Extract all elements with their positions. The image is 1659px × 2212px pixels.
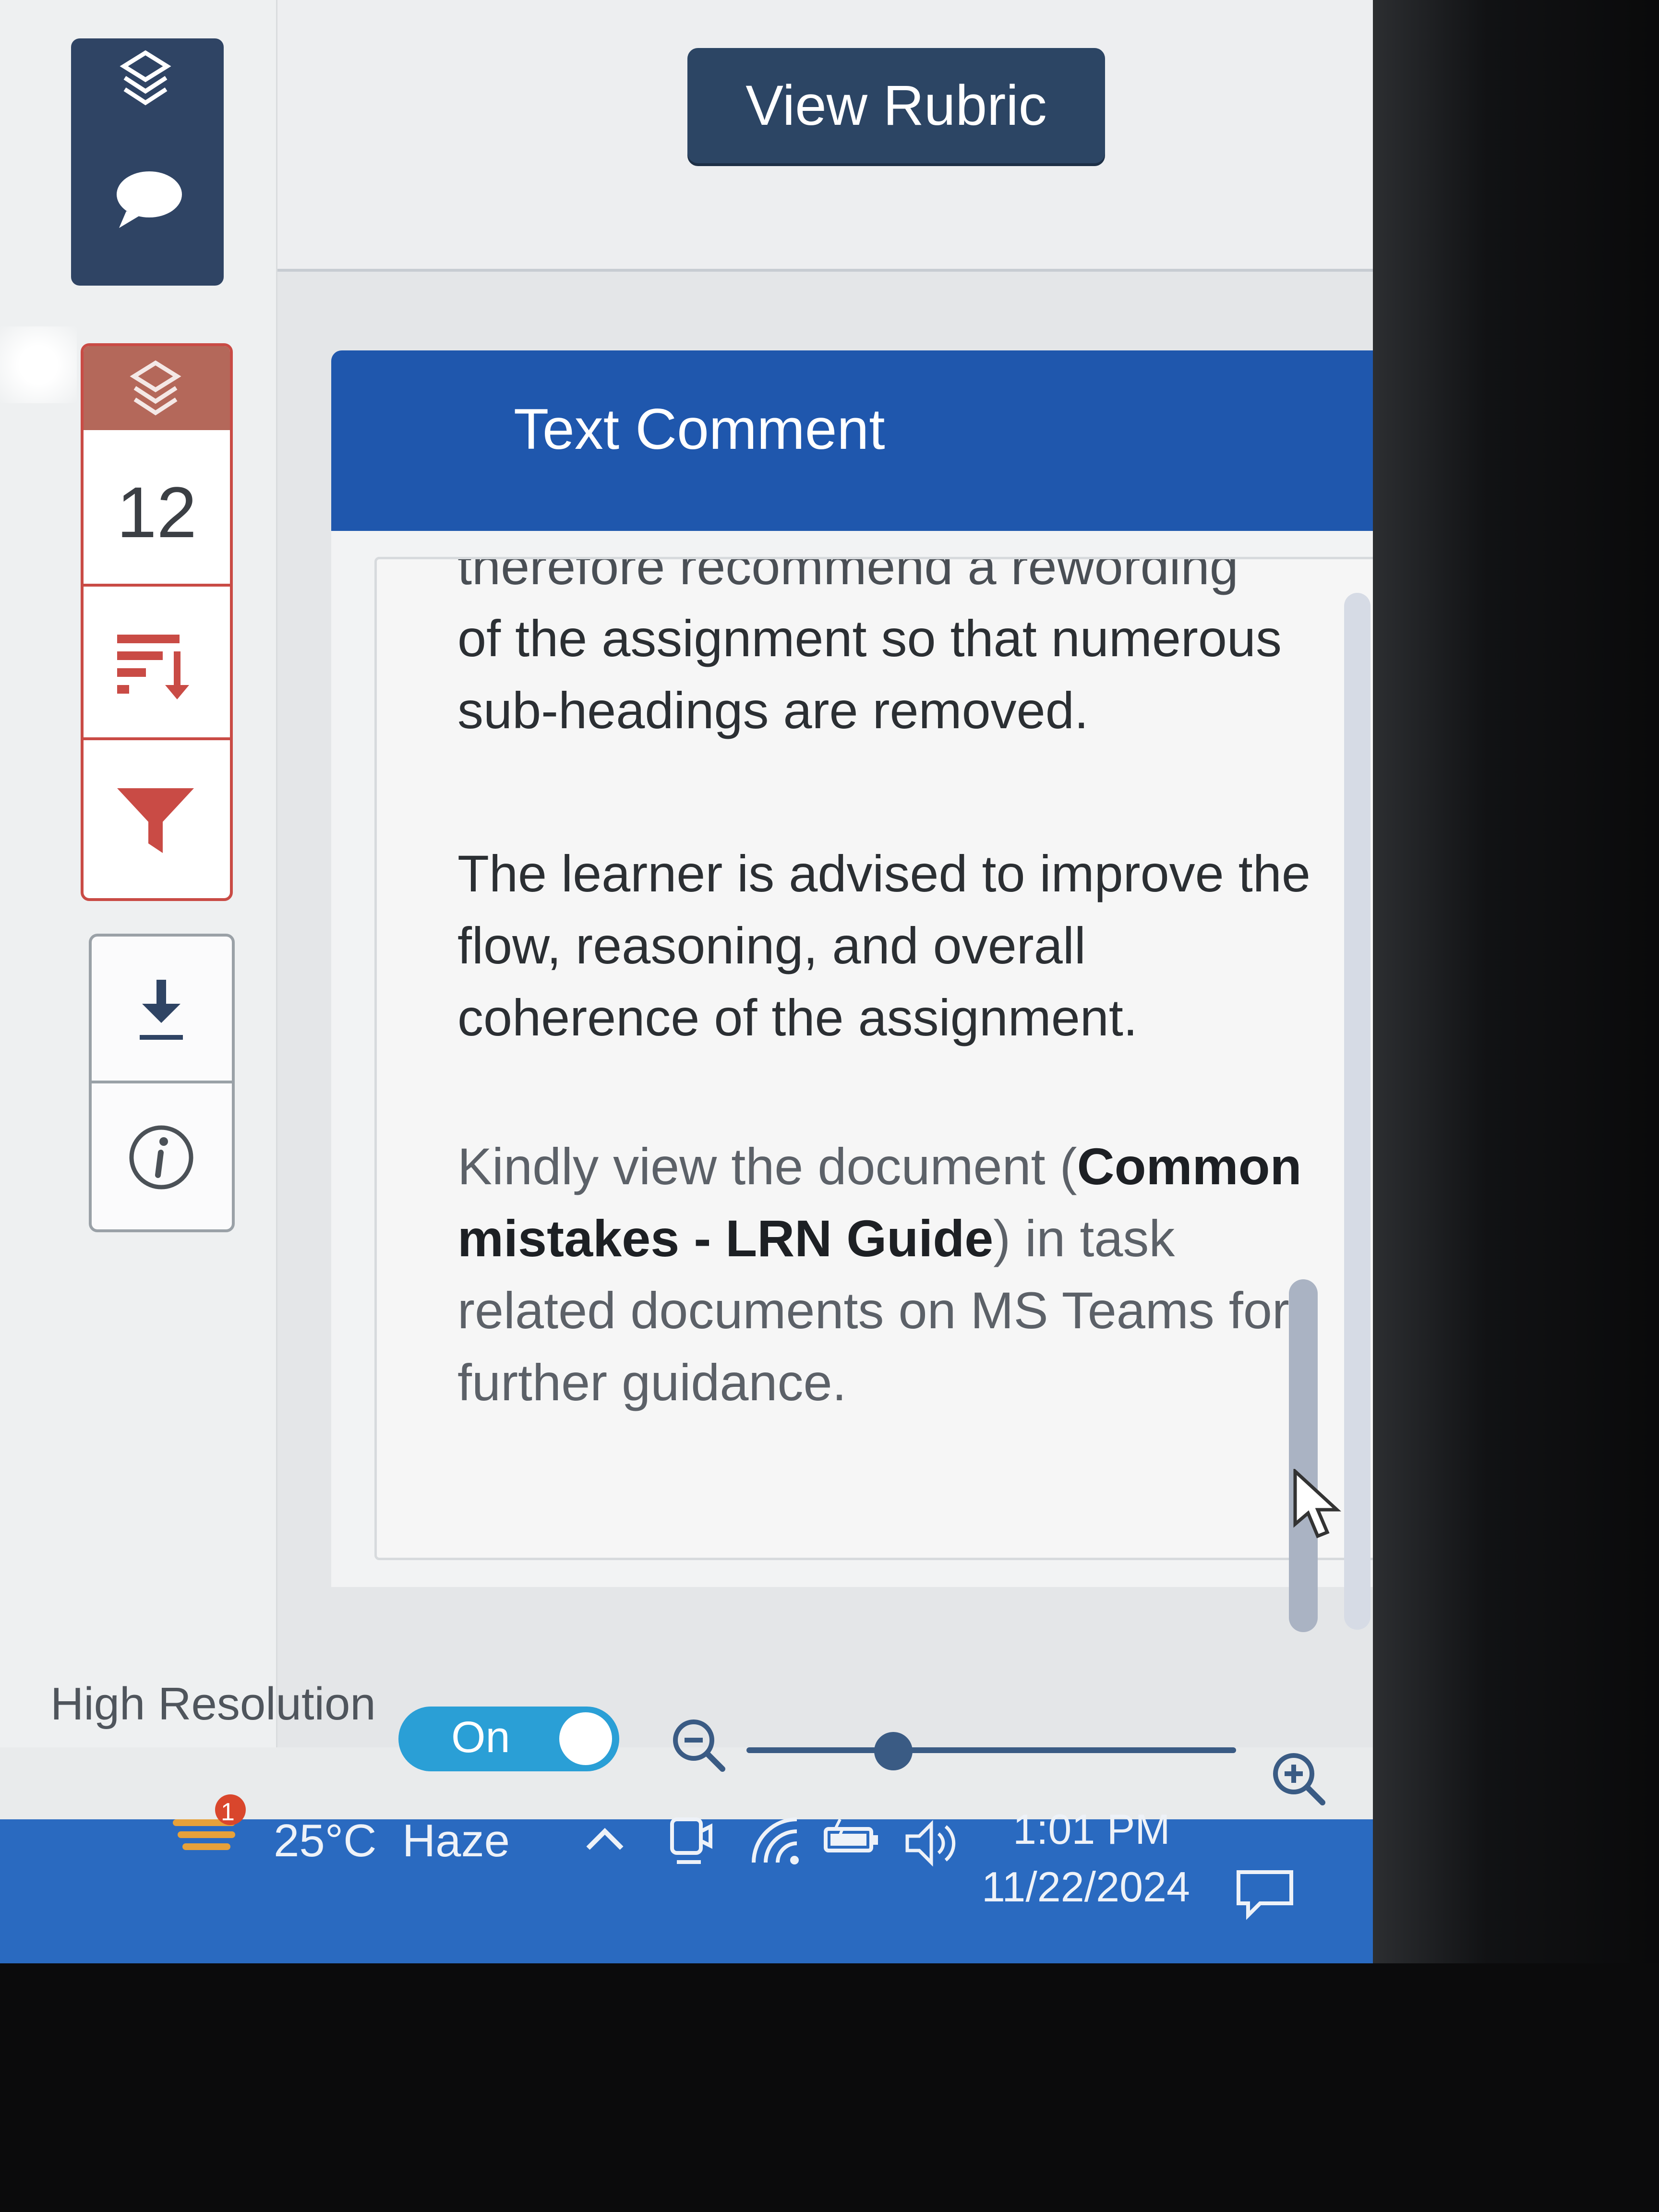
view-rubric-button[interactable]: View Rubric [687, 48, 1105, 163]
meet-now-icon[interactable] [662, 1810, 715, 1875]
notifications-icon[interactable] [1234, 1867, 1296, 1923]
comment-cut-line: therefore recommend a rewording [457, 557, 1238, 595]
download-icon[interactable] [132, 975, 190, 1049]
weather-text[interactable]: 25°C Haze [274, 1815, 510, 1867]
comment-title: Text Comment [514, 397, 885, 461]
volume-icon[interactable] [902, 1817, 960, 1872]
comment-textbox[interactable]: therefore recommend a rewording of the a… [374, 557, 1397, 1560]
zoom-out-icon[interactable] [667, 1714, 730, 1779]
comment-paragraph-3-prefix: Kindly view the document ( [457, 1137, 1077, 1195]
toggle-knob [559, 1712, 612, 1765]
monitor-bezel-right [1373, 0, 1659, 2212]
comment-paragraph-2: The learner is advised to improve the fl… [457, 844, 1310, 1046]
layers-tab[interactable] [84, 346, 230, 430]
comment-scrollbar-thumb[interactable] [1289, 1279, 1318, 1632]
mouse-cursor-icon [1291, 1467, 1344, 1543]
wifi-icon[interactable] [749, 1815, 802, 1870]
zoom-slider-track[interactable] [746, 1747, 1236, 1753]
clock-date[interactable]: 11/22/2024 [982, 1863, 1190, 1911]
filter-icon [115, 786, 196, 860]
tool-panel-secondary [89, 934, 235, 1232]
comment-paragraph-3: Kindly view the document (Common mistake… [457, 1130, 1312, 1419]
info-icon[interactable] [125, 1121, 197, 1196]
filter-button[interactable] [84, 737, 230, 894]
zoom-in-icon[interactable] [1267, 1747, 1330, 1812]
windows-taskbar: 1 25°C Haze 1:01 PM 11/22/2024 [0, 1794, 1373, 1963]
comment-paragraph-1: of the assignment so that numerous sub-h… [457, 609, 1282, 739]
divider [92, 1081, 232, 1083]
high-resolution-label: High Resolution [50, 1678, 376, 1730]
comment-scrollbar-track[interactable] [1344, 593, 1370, 1630]
sort-icon [112, 630, 194, 704]
screen: 12 View Rubric Text Comment therefore re… [0, 0, 1536, 1968]
comment-header: Text Comment [331, 350, 1452, 531]
annotation-toolbar [71, 38, 224, 286]
toggle-label: On [451, 1713, 510, 1762]
screen-glare [0, 326, 77, 403]
weather-badge: 1 [221, 1798, 235, 1826]
clock-time[interactable]: 1:01 PM [1013, 1805, 1170, 1854]
monitor-bezel-bottom [0, 1963, 1659, 2212]
tool-panel: 12 [81, 343, 233, 901]
high-resolution-toggle[interactable]: On [398, 1707, 619, 1771]
zoom-slider-knob[interactable] [874, 1732, 913, 1770]
page-count: 12 [117, 472, 197, 553]
comment-bubble-icon[interactable] [112, 168, 184, 233]
weather-icon[interactable] [168, 1791, 250, 1865]
sort-button[interactable] [84, 584, 230, 740]
layers-icon[interactable] [119, 48, 172, 113]
layers-icon [129, 358, 182, 423]
battery-icon[interactable] [821, 1817, 883, 1863]
chevron-up-icon[interactable] [581, 1819, 629, 1860]
